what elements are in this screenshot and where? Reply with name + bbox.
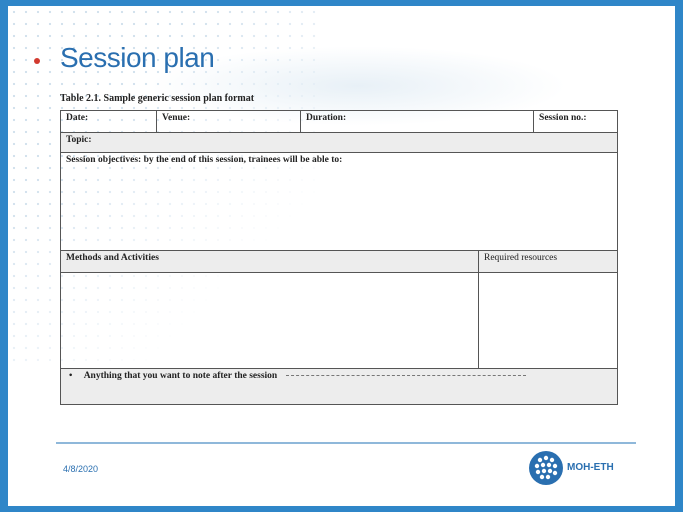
logo-text: MOH-ETH <box>567 462 614 473</box>
topic-cell: Topic: <box>59 132 619 153</box>
note-cell: • Anything that you want to note after t… <box>59 368 619 405</box>
objectives-cell: Session objectives: by the end of this s… <box>59 152 619 251</box>
slide: Session plan Table 2.1. Sample generic s… <box>8 6 675 506</box>
slide-title: Session plan <box>60 42 215 73</box>
note-dashed-line <box>285 375 526 377</box>
note-bullet-icon: • <box>69 371 73 381</box>
session-no-cell: Session no.: <box>533 110 619 133</box>
table-caption: Table 2.1. Sample generic session plan f… <box>60 93 255 104</box>
duration-cell: Duration: <box>299 110 535 133</box>
date-cell: Date: <box>60 110 157 133</box>
footer-divider <box>56 442 636 444</box>
session-plan-table: Date: Venue: Duration: Session no.: Topi… <box>59 110 619 405</box>
title-bullet-icon <box>34 58 40 64</box>
resources-header-cell: Required resources <box>477 250 619 273</box>
methods-body-cell <box>60 272 479 369</box>
note-label: Anything that you want to note after the… <box>83 371 278 381</box>
methods-header-cell: Methods and Activities <box>60 250 479 273</box>
resources-body-cell <box>477 272 619 369</box>
moh-globe-logo-icon <box>529 451 563 485</box>
footer-date: 4/8/2020 <box>63 464 99 474</box>
venue-cell: Venue: <box>156 110 301 133</box>
